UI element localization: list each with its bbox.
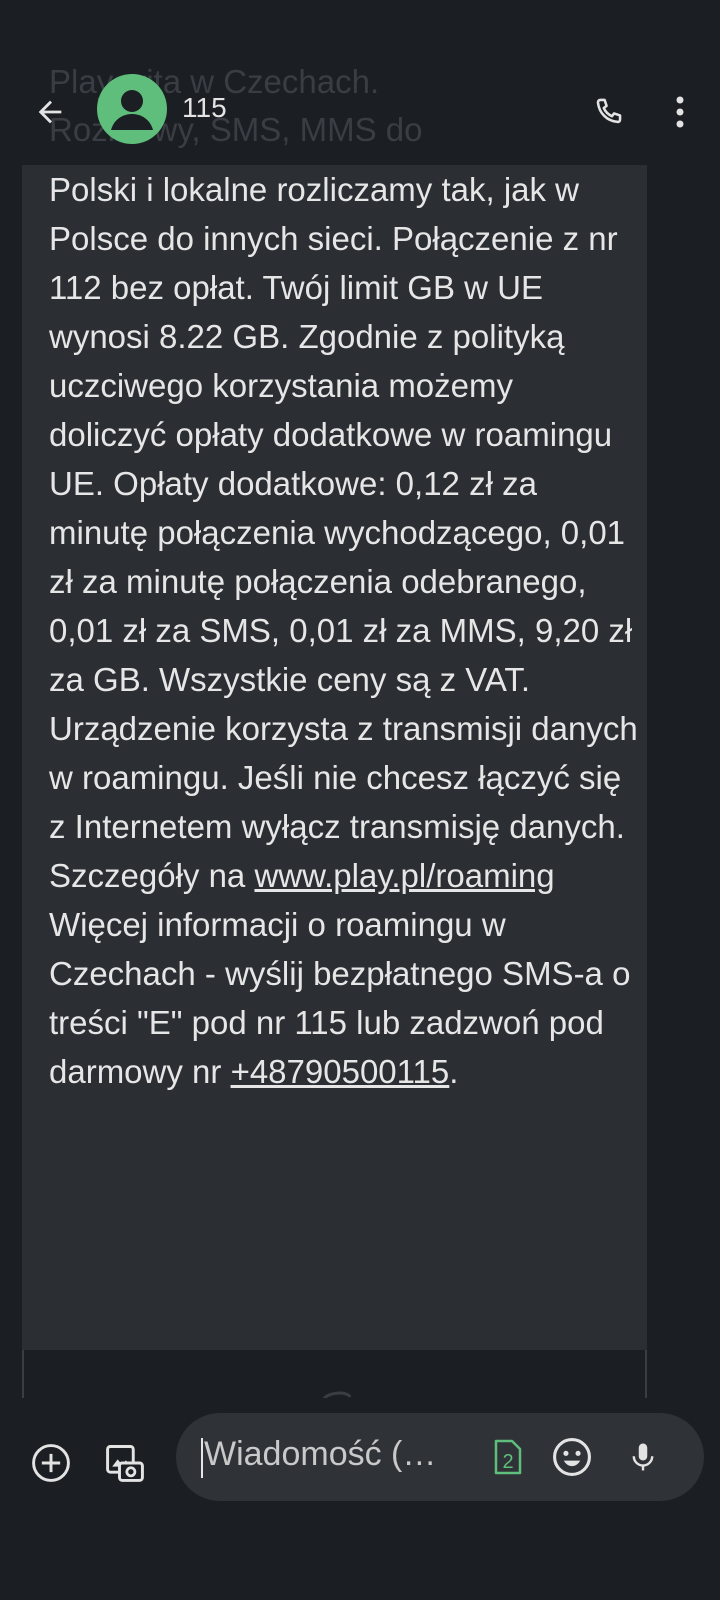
roaming-link[interactable]: www.play.pl/roaming	[254, 857, 554, 894]
call-button[interactable]	[580, 84, 636, 140]
arrow-back-icon	[38, 100, 62, 124]
media-picker-button[interactable]	[100, 1438, 150, 1488]
message-text: Polski i lokalne rozliczamy tak, jak w P…	[49, 165, 639, 1096]
contact-name[interactable]: 115	[182, 92, 227, 124]
mic-icon	[632, 1443, 654, 1471]
back-button[interactable]	[22, 84, 78, 140]
gallery-icon	[106, 1445, 144, 1482]
emoji-icon	[553, 1438, 591, 1476]
text-cursor	[201, 1438, 203, 1478]
message-input[interactable]: Wiadomość (… 2	[176, 1413, 704, 1501]
more-options-button[interactable]	[656, 84, 704, 140]
sim-selector-button[interactable]: 2	[486, 1435, 526, 1479]
conversation-header: 115	[0, 64, 720, 164]
voice-input-button[interactable]	[621, 1435, 665, 1479]
sim-number: 2	[502, 1451, 513, 1473]
phone-icon	[596, 98, 622, 124]
message-bubble[interactable]: Polski i lokalne rozliczamy tak, jak w P…	[22, 165, 647, 1350]
message-input-placeholder: Wiadomość (…	[204, 1435, 437, 1473]
contact-avatar[interactable]	[97, 74, 167, 144]
message-text-part: Polski i lokalne rozliczamy tak, jak w P…	[49, 171, 638, 894]
message-text-part: .	[449, 1053, 459, 1090]
add-attachment-button[interactable]	[26, 1438, 76, 1488]
add-circle-icon	[32, 1444, 70, 1482]
message-composer: Wiadomość (… 2	[0, 1398, 720, 1600]
phone-number-link[interactable]: +48790500115	[231, 1053, 450, 1090]
emoji-button[interactable]	[550, 1435, 594, 1479]
sim-card-icon: 2	[494, 1439, 522, 1475]
person-icon	[111, 90, 153, 130]
more-vert-icon	[676, 96, 684, 128]
